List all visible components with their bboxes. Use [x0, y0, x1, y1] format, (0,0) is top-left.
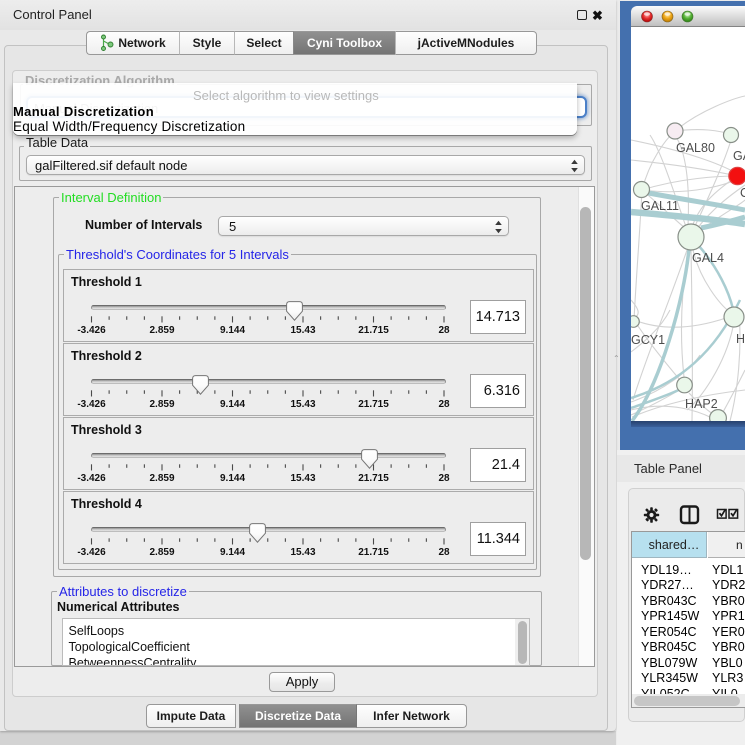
- svg-text:HAP2: HAP2: [685, 397, 718, 411]
- svg-text:C: C: [740, 186, 745, 200]
- svg-text:H: H: [736, 332, 745, 346]
- svg-text:GA: GA: [733, 149, 745, 163]
- svg-text:GCY1: GCY1: [631, 333, 665, 347]
- svg-text:GAL80: GAL80: [676, 141, 715, 155]
- svg-text:GAL4: GAL4: [692, 251, 724, 265]
- svg-text:GAL11: GAL11: [641, 199, 679, 213]
